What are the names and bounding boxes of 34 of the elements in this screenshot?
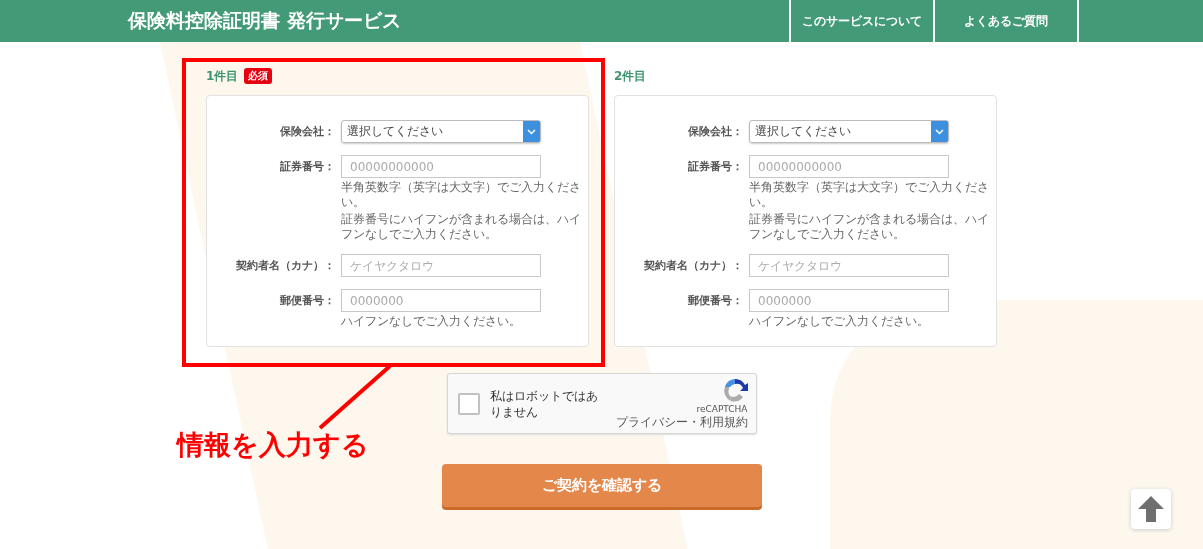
input-field[interactable]: ケイヤクタロウ [341,254,541,277]
field-label: 証券番号： [279,159,335,175]
input-field[interactable]: ケイヤクタロウ [749,254,949,277]
input-field[interactable]: 0000000 [749,289,949,312]
hint-text: 半角英数字（英字は大文字）でご入力ください。 [749,180,990,210]
field-label: 郵便番号： [687,293,743,309]
input-field[interactable]: 0000000 [341,289,541,312]
recaptcha-logo-icon [721,376,748,403]
captcha-label: 私はロボットではありません [489,387,599,420]
hint-text: ハイフンなしでご入力ください。 [341,314,522,329]
section-heading: 2件目 [614,67,647,85]
site-title: 保険料控除証明書 発行サービス [126,8,402,33]
arrow-up-icon [1137,495,1165,523]
annotation-text: 情報を入力する [177,428,369,462]
field-label: 郵便番号： [279,293,335,309]
field-label: 保険会社： [687,124,743,140]
privacy-terms-link[interactable]: プライバシー・利用規約 [615,413,748,431]
checkbox[interactable] [457,392,480,415]
field-label: 証券番号： [687,159,743,175]
recaptcha-brand: reCAPTCHA [696,403,748,414]
insurer-select[interactable]: 選択してください [749,120,949,143]
required-badge: 必須 [244,68,273,84]
field-label: 契約者名（カナ）： [643,258,743,274]
input-field[interactable]: 00000000000 [341,155,541,178]
hint-text: 証券番号にハイフンが含まれる場合は、ハイフンなしでご入力ください。 [749,212,990,242]
input-field[interactable]: 00000000000 [749,155,949,178]
hint-text: ハイフンなしでご入力ください。 [749,314,930,329]
section-heading: 1件目 [206,67,239,85]
insurer-select[interactable]: 選択してください [341,120,541,143]
hint-text: 証券番号にハイフンが含まれる場合は、ハイフンなしでご入力ください。 [341,212,582,242]
field-label: 保険会社： [279,124,335,140]
hint-text: 半角英数字（英字は大文字）でご入力ください。 [341,180,582,210]
field-label: 契約者名（カナ）： [235,258,335,274]
scroll-top-button[interactable] [1131,489,1171,529]
